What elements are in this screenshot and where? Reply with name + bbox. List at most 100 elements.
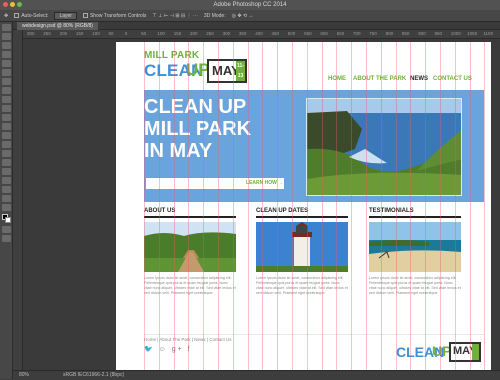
nav-contact[interactable]: CONTACT US	[433, 76, 472, 82]
guide-line[interactable]	[306, 42, 308, 370]
auto-select-dropdown[interactable]: Layer	[54, 11, 77, 20]
align-icons[interactable]: ⊤ ⊥ ⊢ ⊣ ⊞ ⊟ ⋮ ⋯	[152, 13, 198, 19]
ruler-tick-label: 150	[75, 31, 84, 36]
minimize-window-icon[interactable]	[10, 2, 15, 7]
ruler-tick-label: 650	[336, 31, 345, 36]
type-tool[interactable]	[1, 159, 11, 166]
stamp-tool[interactable]	[1, 96, 11, 103]
path-select-tool[interactable]	[1, 168, 11, 175]
move-tool[interactable]	[1, 24, 11, 31]
ruler-tick-label: 50	[141, 31, 147, 36]
guide-line[interactable]	[366, 42, 367, 370]
close-window-icon[interactable]	[3, 2, 8, 7]
ruler-tick-label: 900	[418, 31, 426, 36]
about-heading: ABOUT US	[144, 208, 236, 218]
ruler-tick-label: 600	[320, 31, 328, 36]
options-bar: ✥ Auto-Select: Layer Show Transform Cont…	[0, 10, 500, 22]
vertical-ruler[interactable]	[13, 30, 23, 370]
footer-logo-box: MAY	[449, 342, 481, 362]
shape-tool[interactable]	[1, 177, 11, 184]
guide-line[interactable]	[380, 42, 382, 370]
guide-line[interactable]	[158, 42, 160, 370]
zoom-level[interactable]: 80%	[19, 372, 29, 378]
ruler-tick-label: 1000	[450, 31, 461, 36]
dodge-tool[interactable]	[1, 141, 11, 148]
guide-line[interactable]	[188, 42, 190, 370]
blur-tool[interactable]	[1, 132, 11, 139]
gradient-tool[interactable]	[1, 123, 11, 130]
window-title: Adobe Photoshop CC 2014	[213, 2, 287, 8]
guide-line[interactable]	[144, 42, 145, 370]
guide-line[interactable]	[469, 42, 471, 370]
crop-tool[interactable]	[1, 60, 11, 67]
screen-mode-button[interactable]	[1, 235, 11, 242]
horizontal-ruler[interactable]: 300 250 200 150 100 50 0 50 100 150 200 250 300 350 40…	[23, 30, 500, 39]
window-controls[interactable]	[3, 2, 22, 7]
mode-3d-label: 3D Mode:	[203, 12, 226, 19]
guide-line[interactable]	[351, 42, 353, 370]
hero-coast-photo	[306, 98, 462, 196]
about-copy: Lorem ipsum dolor sit amet, consectetur …	[144, 276, 236, 295]
guide-line[interactable]	[218, 42, 219, 370]
guide-line[interactable]	[336, 42, 338, 370]
healing-tool[interactable]	[1, 78, 11, 85]
quick-select-tool[interactable]	[1, 51, 11, 58]
guide-line[interactable]	[203, 42, 205, 370]
eyedropper-tool[interactable]	[1, 69, 11, 76]
lasso-tool[interactable]	[1, 42, 11, 49]
guide-line[interactable]	[484, 42, 486, 370]
brush-tool[interactable]	[1, 87, 11, 94]
zoom-tool[interactable]	[1, 195, 11, 202]
color-swatches[interactable]	[1, 214, 11, 223]
site-footer: Home | About The Park | News | Contact U…	[144, 334, 484, 370]
hand-tool[interactable]	[1, 186, 11, 193]
history-brush-tool[interactable]	[1, 105, 11, 112]
ruler-tick-label: 100	[157, 31, 165, 36]
guide-line[interactable]	[292, 42, 293, 370]
ruler-tick-label: 250	[43, 31, 51, 36]
zoom-window-icon[interactable]	[17, 2, 22, 7]
status-bar: 80% sRGB IEC61966-2.1 (8bpc)	[13, 370, 500, 379]
document-tab[interactable]: webdesign.psd @ 80% (RGB/8)	[17, 22, 98, 30]
guide-line[interactable]	[440, 42, 441, 370]
logo-dates: 11-13	[236, 61, 245, 81]
ruler-tick-label: 100	[92, 31, 100, 36]
social-icons[interactable]: 🐦 ☺ g+ f	[144, 345, 192, 353]
ruler-tick-label: 550	[304, 31, 312, 36]
testimonials-heading: TESTIMONIALS	[369, 208, 461, 218]
beach-photo	[369, 222, 461, 272]
guide-line[interactable]	[425, 42, 427, 370]
testimonials-column: TESTIMONIALS Lorem ipsum dolor sit amet,…	[369, 208, 461, 296]
quick-mask-button[interactable]	[1, 226, 11, 233]
guide-line[interactable]	[454, 42, 456, 370]
ruler-tick-label: 200	[59, 31, 68, 36]
transform-controls-checkbox[interactable]	[82, 12, 88, 18]
eraser-tool[interactable]	[1, 114, 11, 121]
pen-tool[interactable]	[1, 150, 11, 157]
3d-mode-icons[interactable]: ◎ ✥ ⟲ ↔	[232, 13, 254, 19]
guide-line[interactable]	[277, 42, 279, 370]
auto-select-label: Auto-Select:	[21, 12, 49, 19]
ruler-tick-label: 0	[124, 31, 128, 36]
about-column: ABOUT US Lorem ipsum dolor sit amet, con…	[144, 208, 236, 296]
canvas-area[interactable]: MILL PARK CLEAN UP MAY 11-13 HOME ABOUT …	[23, 39, 500, 370]
hero-banner: CLEAN UP MILL PARK IN MAY LEARN HOW →	[144, 90, 484, 202]
auto-select-checkbox[interactable]	[14, 12, 20, 18]
window-titlebar: Adobe Photoshop CC 2014	[0, 0, 500, 10]
ruler-tick-label: 250	[206, 31, 214, 36]
dates-heading: CLEAN UP DATES	[256, 208, 348, 218]
guide-line[interactable]	[232, 42, 234, 370]
guide-line[interactable]	[173, 42, 175, 370]
guide-line[interactable]	[262, 42, 264, 370]
guide-line[interactable]	[321, 42, 323, 370]
nav-about[interactable]: ABOUT THE PARK	[353, 76, 406, 82]
document-canvas[interactable]: MILL PARK CLEAN UP MAY 11-13 HOME ABOUT …	[116, 42, 491, 370]
more-tools[interactable]	[1, 204, 11, 211]
marquee-tool[interactable]	[1, 33, 11, 40]
ruler-tick-label: 1050	[467, 31, 478, 36]
guide-line[interactable]	[247, 42, 249, 370]
guide-line[interactable]	[410, 42, 412, 370]
guide-line[interactable]	[395, 42, 397, 370]
lighthouse-photo	[256, 222, 348, 272]
move-tool-icon[interactable]: ✥	[4, 13, 8, 19]
